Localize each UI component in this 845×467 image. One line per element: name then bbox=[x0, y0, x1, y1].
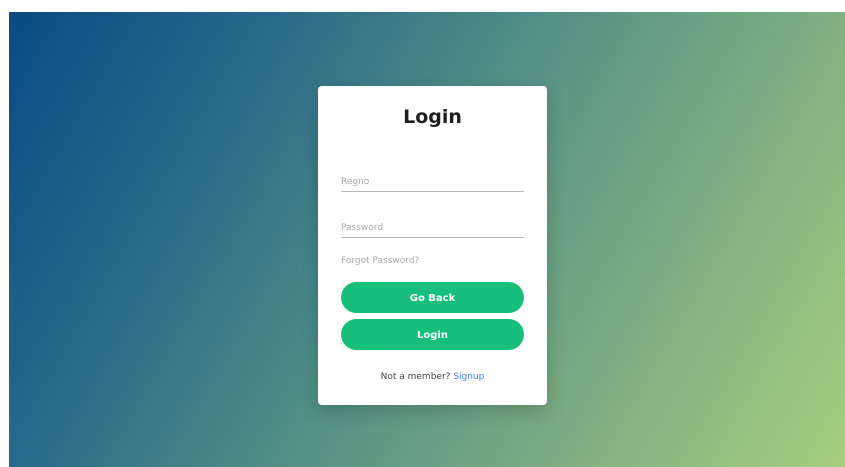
signup-prompt: Not a member? Signup bbox=[318, 372, 547, 382]
login-button[interactable]: Login bbox=[341, 319, 524, 350]
password-field-container bbox=[341, 211, 524, 238]
regno-field-container bbox=[341, 165, 524, 192]
signup-link[interactable]: Signup bbox=[453, 372, 484, 382]
go-back-button[interactable]: Go Back bbox=[341, 282, 524, 313]
password-input[interactable] bbox=[341, 223, 524, 233]
gradient-background: Login Forgot Password? Go Back Login Not… bbox=[9, 12, 845, 467]
login-title: Login bbox=[403, 106, 462, 128]
regno-input[interactable] bbox=[341, 177, 524, 187]
member-prompt-text: Not a member? bbox=[380, 372, 451, 382]
login-card: Login Forgot Password? Go Back Login Not… bbox=[318, 86, 547, 405]
forgot-password-link[interactable]: Forgot Password? bbox=[341, 256, 419, 266]
